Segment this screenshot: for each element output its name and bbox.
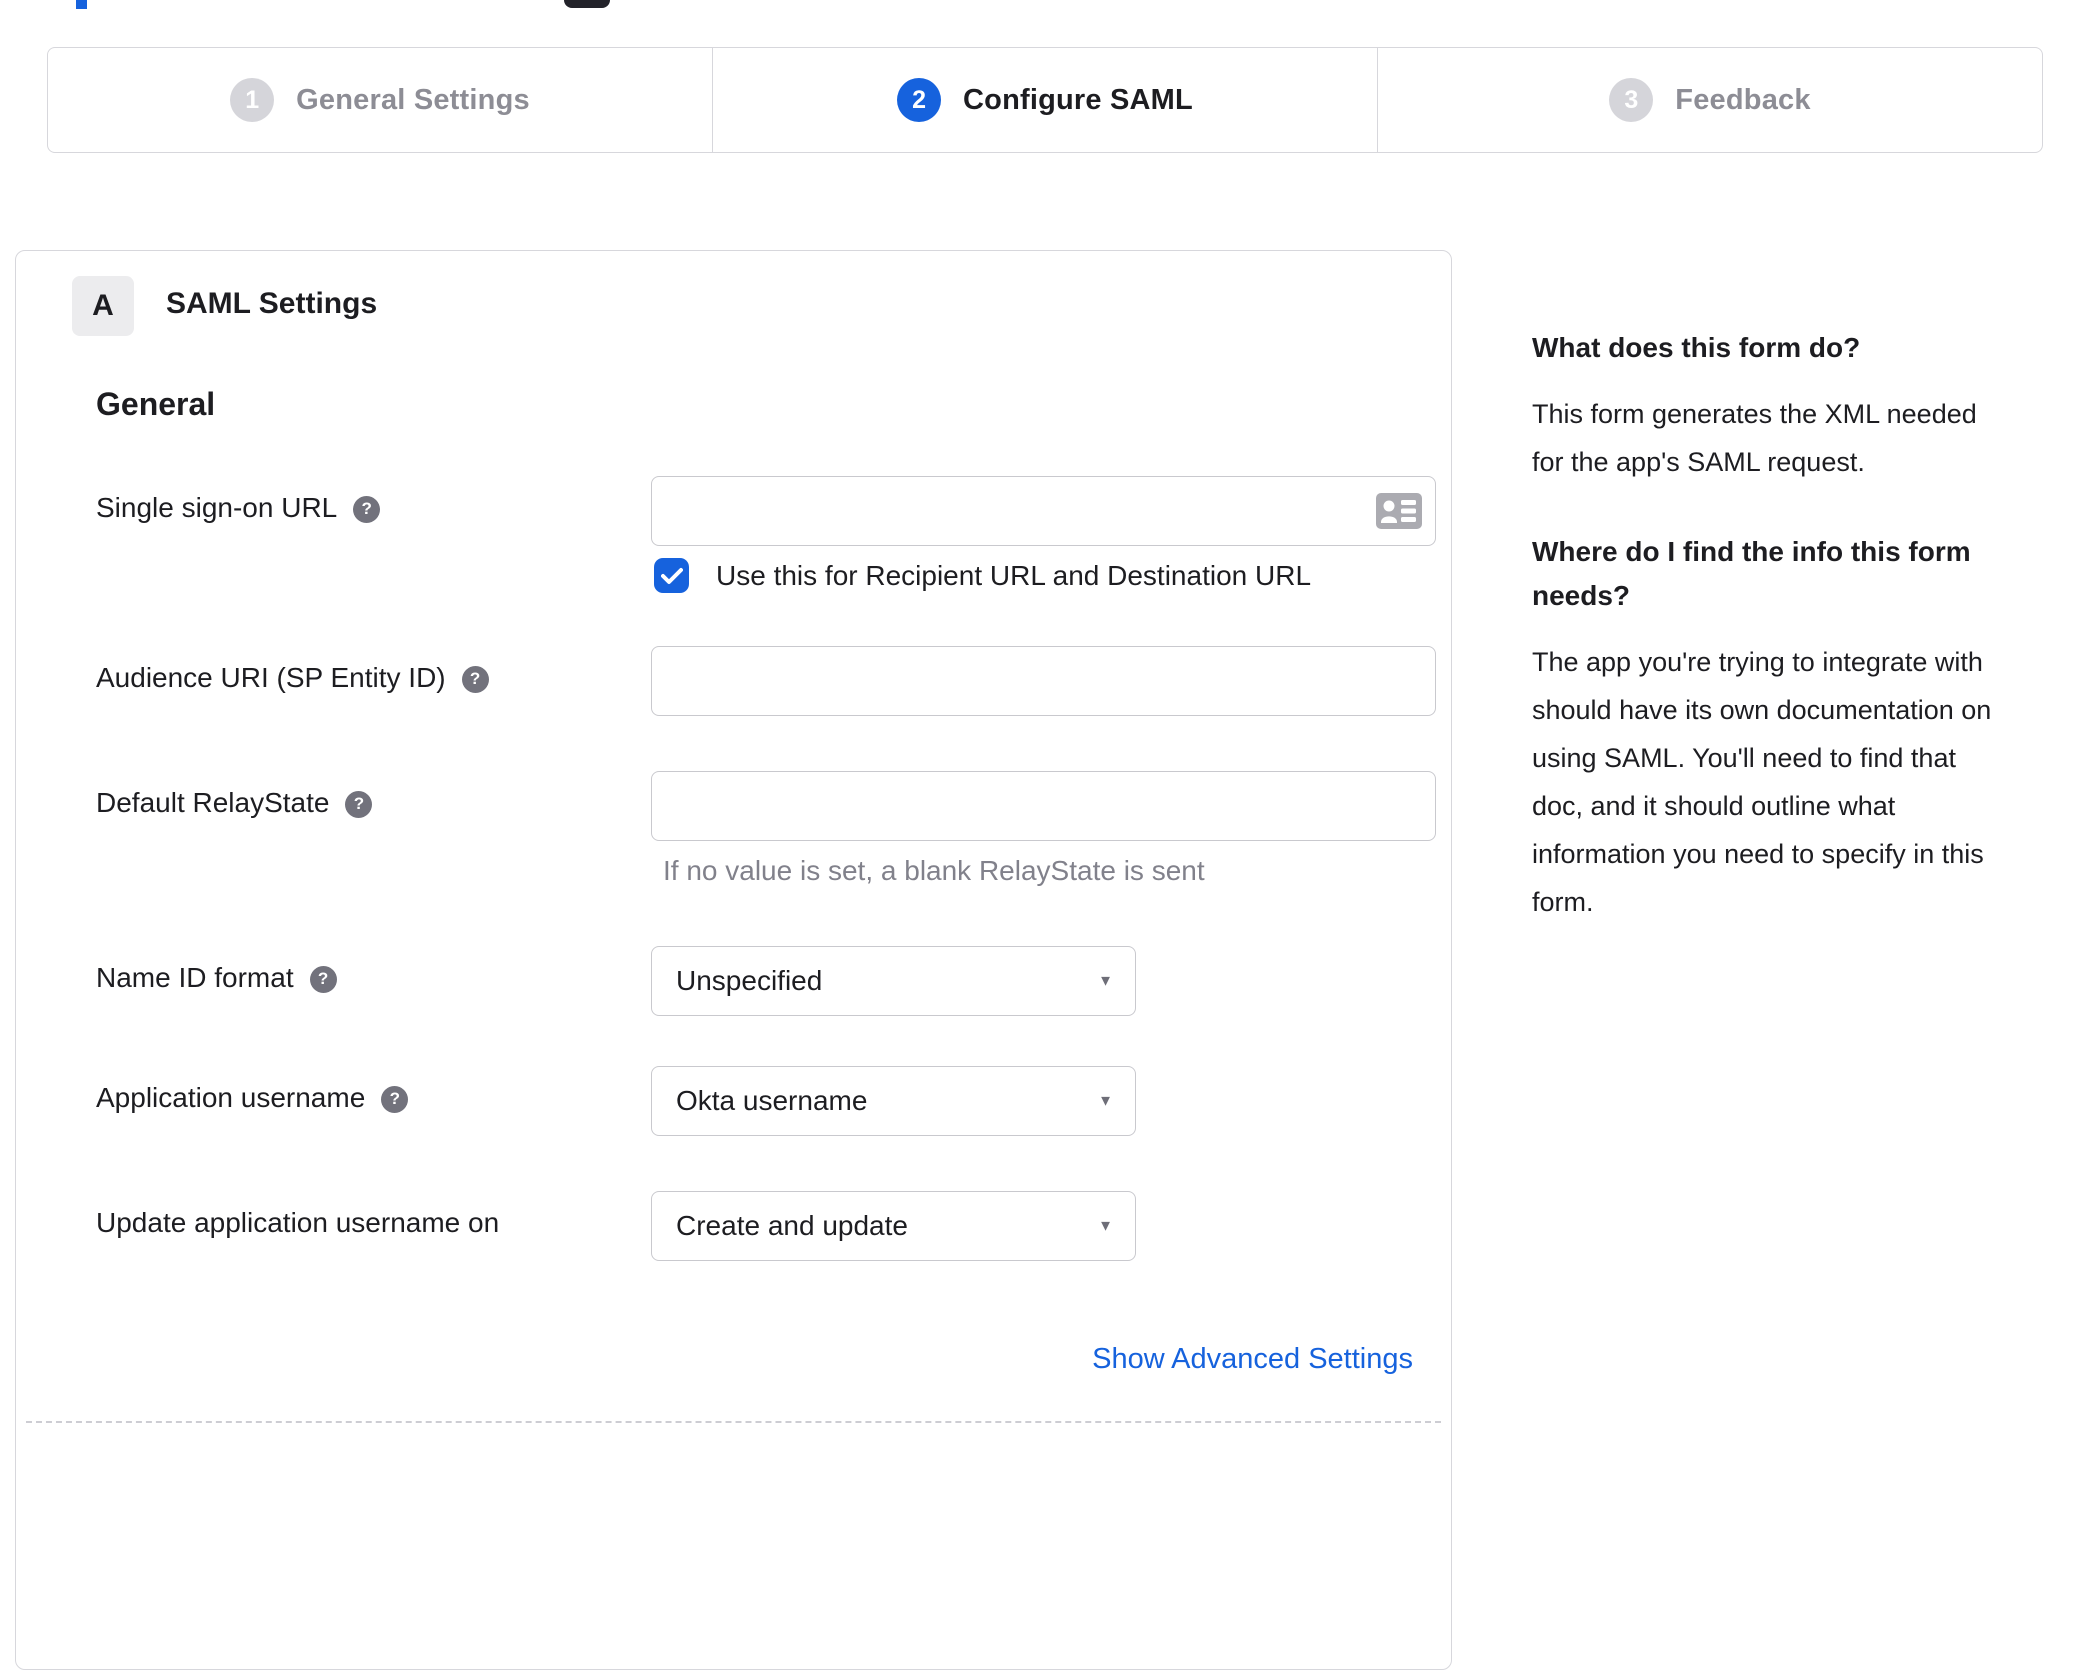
panel-title: SAML Settings (166, 287, 378, 320)
help-icon[interactable]: ? (353, 495, 381, 523)
sidebar-para-what: This form generates the XML needed for t… (1532, 399, 1977, 477)
chevron-down-icon: ▼ (1098, 1092, 1113, 1110)
show-advanced-settings-link[interactable]: Show Advanced Settings (1092, 1343, 1437, 1375)
cutoff-logo-fragment (76, 0, 87, 9)
cutoff-title-fragment (564, 0, 610, 8)
audience-uri-label: Audience URI (SP Entity ID) (96, 662, 446, 693)
help-icon[interactable]: ? (345, 790, 373, 818)
general-section-heading: General (96, 386, 216, 422)
sso-url-label: Single sign-on URL (96, 492, 338, 523)
checkbox-label: Use this for Recipient URL and Destinati… (716, 559, 1312, 591)
update-app-username-label: Update application username on (96, 1207, 500, 1238)
help-sidebar: What does this form do? This form genera… (1532, 326, 2002, 970)
select-value: Create and update (676, 1210, 908, 1241)
step-label: Configure SAML (963, 83, 1193, 116)
sso-url-input[interactable] (651, 476, 1436, 546)
sidebar-heading-what: What does this form do? (1532, 332, 1861, 363)
chevron-down-icon: ▼ (1098, 972, 1113, 990)
app-username-select[interactable]: Okta username ▼ (651, 1066, 1136, 1136)
section-dashed-divider (26, 1421, 1441, 1423)
step-feedback: 3 Feedback (1378, 48, 2042, 152)
step-configure-saml: 2 Configure SAML (713, 48, 1378, 152)
app-username-label: Application username (96, 1082, 366, 1113)
select-value: Okta username (676, 1085, 868, 1116)
relaystate-hint: If no value is set, a blank RelayState i… (663, 855, 1205, 886)
name-id-format-select[interactable]: Unspecified ▼ (651, 946, 1136, 1016)
wizard-stepper: 1 General Settings 2 Configure SAML 3 Fe… (47, 47, 2043, 153)
help-icon[interactable]: ? (381, 1085, 409, 1113)
section-a-badge: A (72, 276, 134, 336)
select-value: Unspecified (676, 965, 823, 996)
chevron-down-icon: ▼ (1098, 1217, 1113, 1235)
step-number-badge: 3 (1609, 78, 1654, 122)
checkbox-checked[interactable] (654, 558, 689, 593)
step-number-badge: 1 (230, 78, 275, 122)
sidebar-heading-where: Where do I find the info this form needs… (1532, 536, 1971, 611)
contact-card-icon (1376, 493, 1422, 529)
step-label: Feedback (1675, 83, 1811, 116)
step-general-settings: 1 General Settings (48, 48, 713, 152)
name-id-format-label: Name ID format (96, 962, 294, 993)
help-icon[interactable]: ? (309, 965, 337, 993)
help-icon[interactable]: ? (461, 665, 489, 693)
audience-uri-input[interactable] (651, 646, 1436, 716)
relaystate-input[interactable] (651, 771, 1436, 841)
recipient-url-checkbox-row[interactable]: Use this for Recipient URL and Destinati… (654, 558, 1311, 593)
update-app-username-select[interactable]: Create and update ▼ (651, 1191, 1136, 1261)
relaystate-label: Default RelayState (96, 787, 330, 818)
checkmark-icon (660, 567, 683, 584)
saml-settings-panel: A SAML Settings General Single sign-on U… (15, 250, 1452, 1670)
sidebar-para-where: The app you're trying to integrate with … (1532, 647, 1992, 917)
step-label: General Settings (296, 83, 530, 116)
step-number-badge: 2 (897, 78, 942, 122)
